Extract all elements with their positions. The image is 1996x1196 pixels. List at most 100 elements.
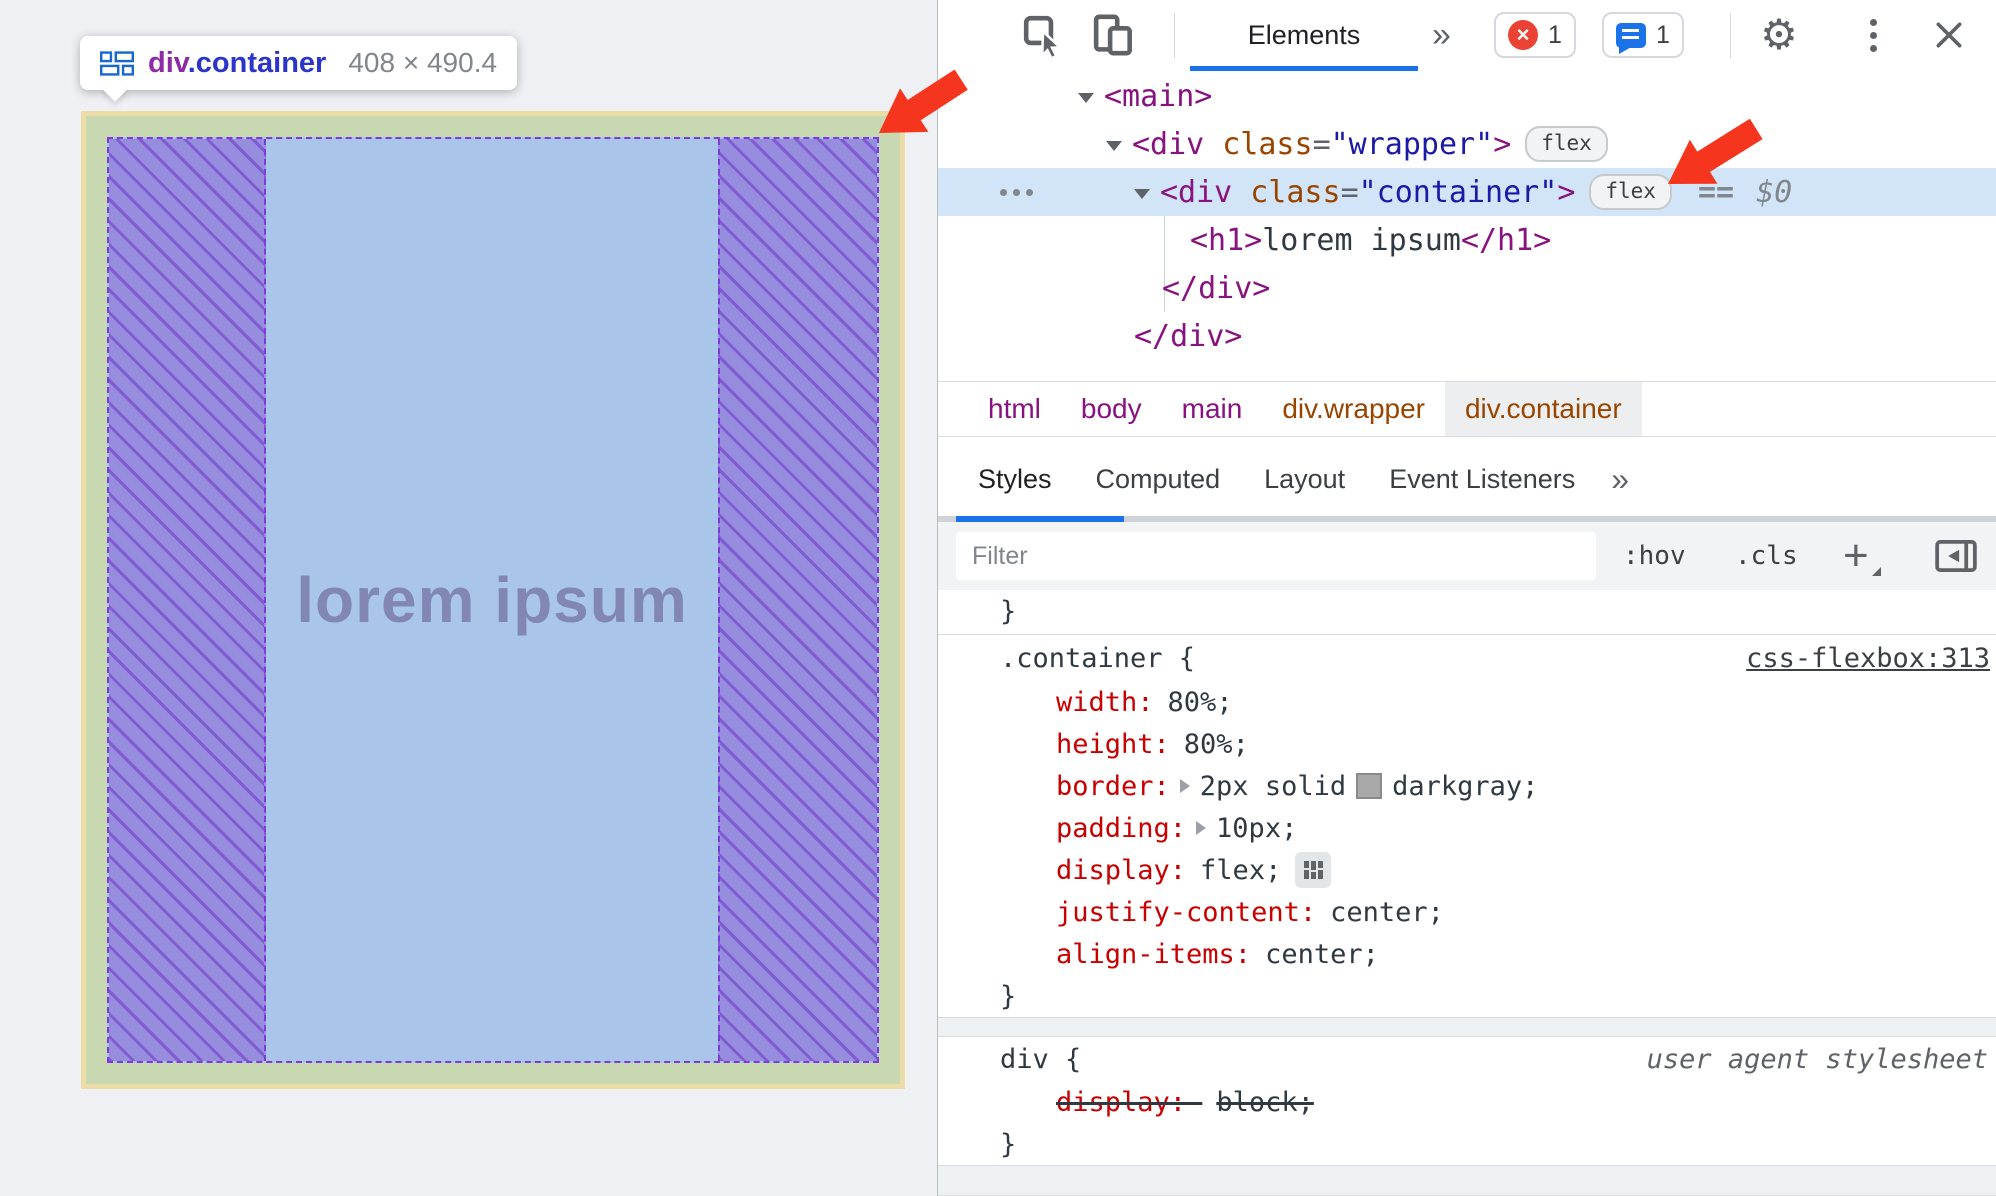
sidebar-toggle-icon[interactable] [1934,522,1978,590]
overlay-border-box: lorem ipsum [81,111,905,1089]
css-property-row[interactable]: justify-content: center; [938,891,1996,933]
overlay-padding-box: lorem ipsum [86,116,900,1084]
overlay-content-box: lorem ipsum [107,137,879,1063]
breadcrumb-body[interactable]: body [1061,382,1162,436]
breadcrumb-div-wrapper[interactable]: div.wrapper [1262,382,1445,436]
kebab-menu-icon[interactable] [1850,12,1896,58]
devtools-toolbar: Elements » × 1 1 ⚙ [938,0,1996,72]
css-property-row[interactable]: display: flex; [938,849,1996,891]
toggle-classes[interactable]: .cls [1735,522,1798,590]
css-property-row[interactable]: border: 2px solid darkgray; [938,765,1996,807]
expand-arrow-icon[interactable] [1179,779,1190,793]
tab-layout[interactable]: Layout [1242,437,1367,522]
flex-editor-icon[interactable] [1295,852,1332,888]
css-property-row[interactable]: align-items: center; [938,933,1996,975]
tree-row-close-div[interactable]: </div> [938,264,1996,312]
tab-computed[interactable]: Computed [1074,437,1243,522]
property-name[interactable]: display: [1056,855,1186,886]
error-icon: × [1508,20,1538,50]
rule-selector-line[interactable]: div { user agent stylesheet [938,1037,1996,1081]
tab-styles[interactable]: Styles [956,437,1074,522]
page-heading: lorem ipsum [296,564,688,636]
css-property-row[interactable]: width: 80%; [938,681,1996,723]
breadcrumb-div-container[interactable]: div.container [1444,382,1642,436]
error-badge[interactable]: × 1 [1494,12,1576,58]
tag-open[interactable]: <h1> [1190,223,1262,258]
property-value[interactable]: 80%; [1184,729,1249,760]
device-toolbar-icon[interactable] [1090,12,1136,58]
gear-icon[interactable]: ⚙ [1756,12,1802,58]
flex-badge[interactable]: flex [1525,126,1608,162]
tree-row-main[interactable]: <main> [938,72,1996,120]
close-icon[interactable] [1926,12,1972,58]
tree-row-container-selected[interactable]: <div class = "container" > flex == $0 [938,168,1996,216]
more-actions-icon[interactable] [1000,189,1033,196]
tree-row-wrapper[interactable]: <div class = "wrapper" > flex [938,120,1996,168]
rule-close-brace: } [1000,595,1017,627]
property-value[interactable]: center; [1330,897,1444,928]
tag-main[interactable]: <main> [1104,79,1212,114]
toggle-hover-state[interactable]: :hov [1623,522,1686,590]
css-selector[interactable]: .container { [1000,643,1195,674]
inspect-element-icon[interactable] [1020,12,1066,58]
more-tabs-icon[interactable]: » [1432,0,1451,71]
flex-badge[interactable]: flex [1589,174,1672,210]
tag-close[interactable]: </div> [1134,319,1242,354]
devtools-panel: Elements » × 1 1 ⚙ <main> <div class = "… [937,0,1996,1196]
disclosure-triangle-icon[interactable] [1106,141,1122,151]
property-value[interactable]: center; [1265,939,1379,970]
tree-row-close-div[interactable]: </div> [938,312,1996,360]
tooltip-selector: div.container [148,47,326,80]
styles-pane: } .container { css-flexbox:313 width: 80… [938,590,1996,1196]
attr-value[interactable]: "container" [1359,175,1558,210]
flex-item-area: lorem ipsum [266,139,718,1061]
filter-input[interactable] [956,532,1596,580]
attr-name[interactable]: class [1250,175,1340,210]
more-panels-icon[interactable]: » [1597,461,1643,498]
rule-selector-line[interactable]: .container { css-flexbox:313 [938,635,1996,681]
new-style-rule-button[interactable]: + [1843,522,1881,590]
tab-elements[interactable]: Elements [1190,0,1418,71]
property-name[interactable]: height: [1056,729,1170,760]
issues-badge[interactable]: 1 [1602,12,1684,58]
property-value[interactable]: 2px solid [1200,771,1346,802]
property-value[interactable]: flex; [1200,855,1281,886]
text-node[interactable]: lorem ipsum [1262,223,1461,258]
tag-open[interactable]: <div [1132,127,1204,162]
tag-close[interactable]: </div> [1162,271,1270,306]
disclosure-triangle-icon[interactable] [1078,93,1094,103]
property-value[interactable]: darkgray; [1392,771,1538,802]
css-property-row-overridden[interactable]: display: block; [938,1081,1996,1123]
property-name[interactable]: justify-content: [1056,897,1316,928]
tag-close[interactable]: </h1> [1461,223,1551,258]
tag-close-bracket[interactable]: > [1493,127,1511,162]
css-property-row[interactable]: padding: 10px; [938,807,1996,849]
css-selector[interactable]: div { [1000,1044,1081,1075]
tag-open[interactable]: <div [1160,175,1232,210]
stylesheet-link[interactable]: css-flexbox:313 [1746,643,1990,674]
color-swatch[interactable] [1356,773,1383,799]
equals-marker: == [1697,174,1735,210]
breadcrumb: html body main div.wrapper div.container [938,381,1996,437]
screenshot-root: lorem ipsum div.container 408 × 490.4 El… [0,0,1996,1196]
attr-value[interactable]: "wrapper" [1331,127,1494,162]
tab-event-listeners[interactable]: Event Listeners [1367,437,1597,522]
property-value[interactable]: block; [1216,1087,1314,1118]
property-name[interactable]: align-items: [1056,939,1251,970]
property-value[interactable]: 10px; [1216,813,1297,844]
property-name[interactable]: padding: [1056,813,1186,844]
css-property-row[interactable]: height: 80%; [938,723,1996,765]
tree-row-h1[interactable]: <h1> lorem ipsum </h1> [938,216,1996,264]
dollar-zero-marker: $0 [1756,174,1793,210]
disclosure-triangle-icon[interactable] [1134,189,1150,199]
expand-arrow-icon[interactable] [1196,821,1207,835]
attr-name[interactable]: class [1222,127,1312,162]
property-name[interactable]: border: [1056,771,1170,802]
breadcrumb-main[interactable]: main [1162,382,1263,436]
property-name[interactable]: width: [1056,687,1154,718]
property-name[interactable]: display: [1056,1087,1186,1118]
tag-close-bracket[interactable]: > [1557,175,1575,210]
property-value[interactable]: 80%; [1168,687,1233,718]
styles-filter-bar: :hov .cls + [938,522,1996,591]
breadcrumb-html[interactable]: html [968,382,1061,436]
